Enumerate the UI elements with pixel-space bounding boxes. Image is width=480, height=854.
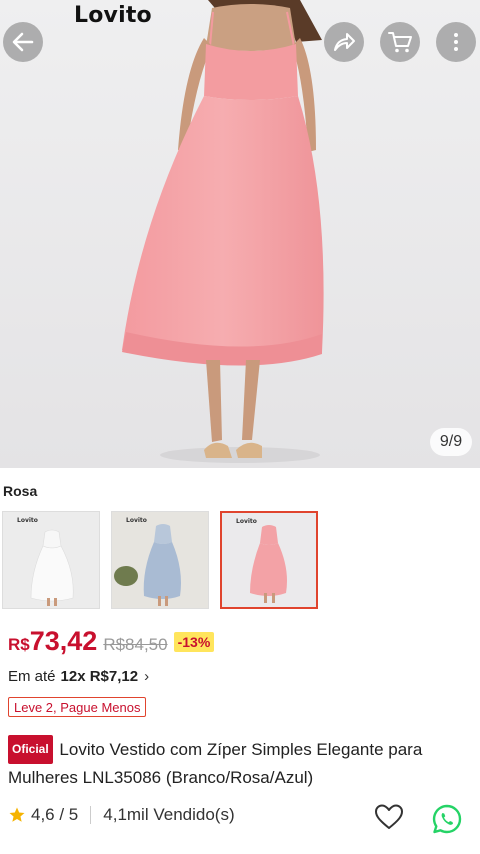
rating-value: 4,6 / 5 [31, 805, 79, 824]
share-button[interactable] [324, 22, 364, 62]
currency-symbol: R$ [8, 635, 30, 654]
thumb-logo: Lovito [236, 518, 257, 525]
cart-icon [388, 32, 412, 53]
current-price: 73,42 [29, 626, 98, 656]
whatsapp-icon[interactable] [431, 803, 463, 835]
more-options-button[interactable] [436, 22, 476, 62]
variant-thumb-azul[interactable]: Lovito [111, 511, 209, 609]
sold-count: 4,1mil Vendido(s) [103, 805, 235, 824]
share-icon [334, 33, 355, 51]
official-badge: Oficial [8, 735, 53, 764]
product-title: Lovito Vestido com Zíper Simples Elegant… [8, 740, 423, 787]
gallery-counter: 9/9 [430, 428, 472, 456]
price-row: R$ 73,42 R$84,50 -13% [8, 626, 215, 657]
variant-thumb-branco[interactable]: Lovito [2, 511, 100, 609]
product-photo [0, 0, 480, 468]
installment-value: 12x R$7,12 [60, 668, 139, 685]
rating-row: 4,6 / 5 4,1mil Vendido(s) [8, 805, 235, 825]
thumb-logo: Lovito [126, 517, 147, 524]
variant-thumb-image [222, 513, 316, 607]
installment-prefix: Em até [8, 668, 56, 685]
divider [90, 806, 92, 824]
back-button[interactable] [3, 22, 43, 62]
more-vertical-icon [454, 33, 458, 51]
variant-thumb-image [3, 512, 99, 608]
promo-tag[interactable]: Leve 2, Pague Menos [8, 697, 147, 717]
chevron-right-icon: › [144, 668, 150, 685]
heart-icon[interactable] [374, 803, 404, 831]
cart-button[interactable] [380, 22, 420, 62]
selected-variant-label: Rosa [3, 483, 38, 499]
product-image-gallery[interactable]: Lovito 9/9 [0, 0, 480, 468]
arrow-left-icon [12, 32, 34, 52]
variant-thumb-image [112, 512, 208, 608]
original-price: R$84,50 [103, 635, 168, 654]
star-icon [9, 807, 25, 822]
brand-logo: Lovito [74, 3, 152, 28]
variant-thumb-rosa[interactable]: Lovito [220, 511, 318, 609]
installment-info[interactable]: Em até 12x R$7,12 › [8, 668, 149, 685]
product-title-block: Oficial Lovito Vestido com Zíper Simples… [8, 735, 470, 791]
discount-badge: -13% [173, 632, 215, 652]
thumb-logo: Lovito [17, 517, 38, 524]
